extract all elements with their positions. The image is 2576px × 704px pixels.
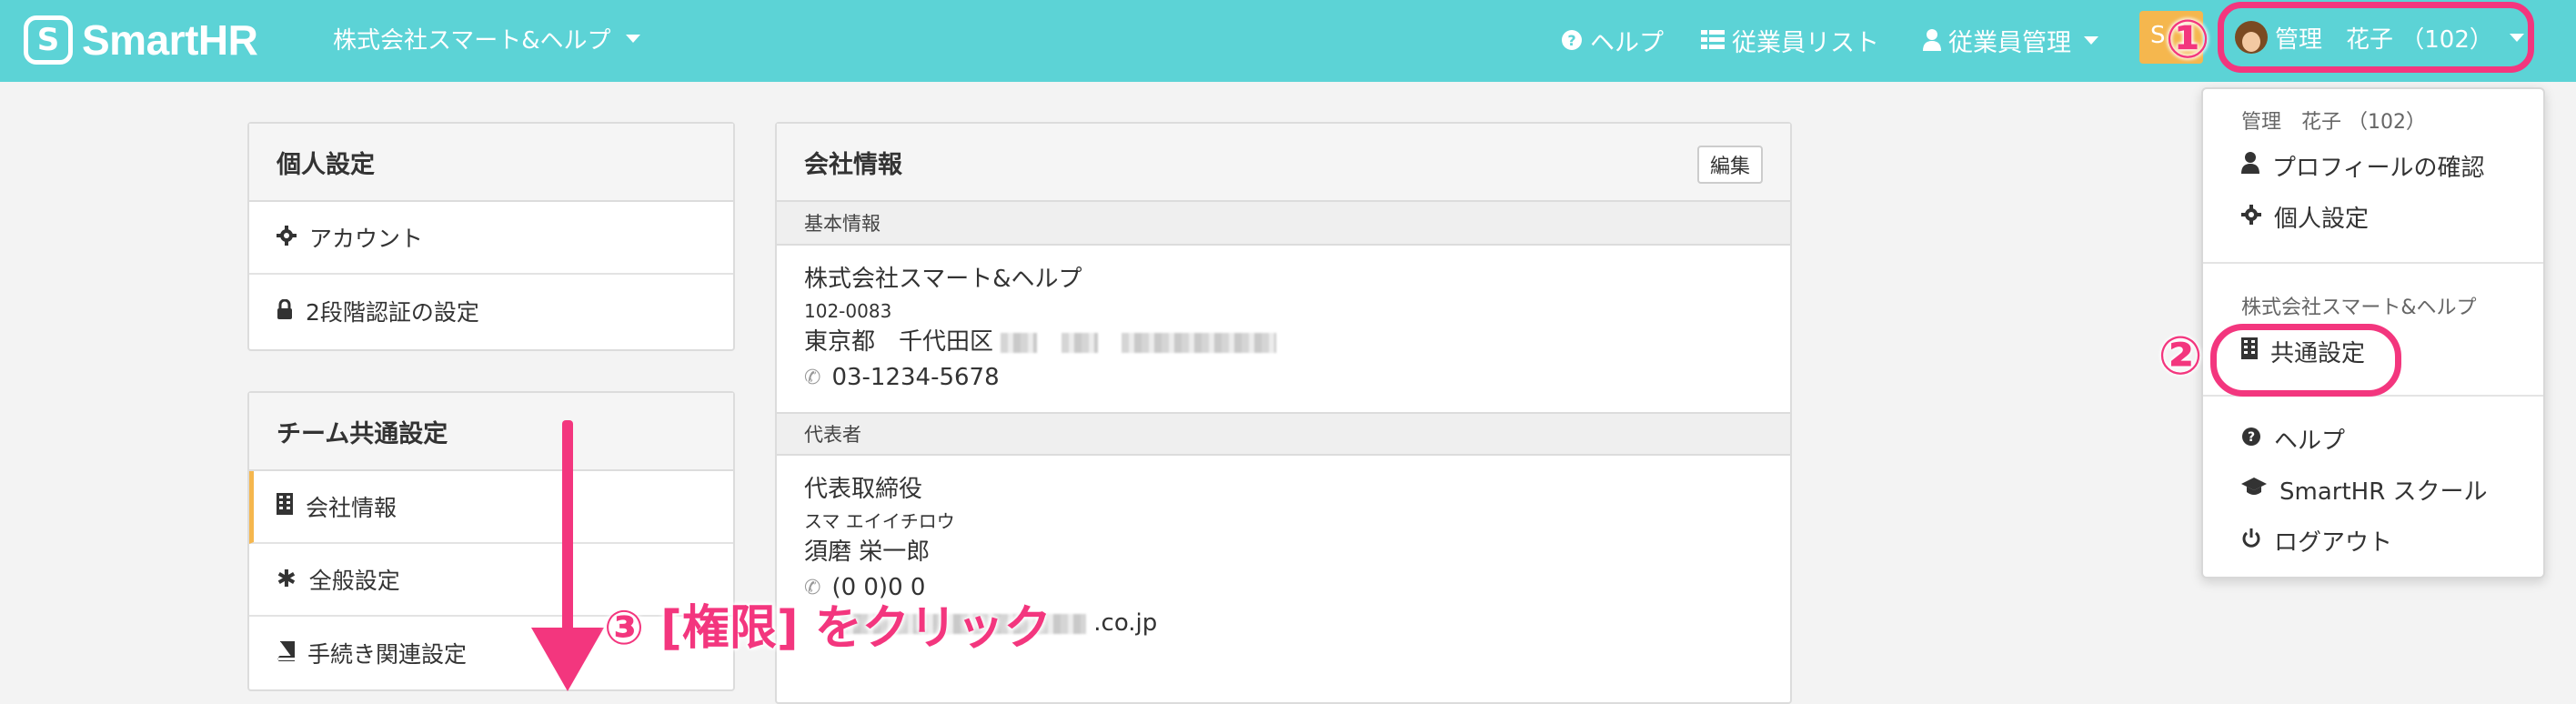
- book-icon: [277, 639, 296, 667]
- postal-code-value: 102-0083: [804, 300, 892, 322]
- redacted-text: [1001, 332, 1038, 353]
- redacted-text: [1121, 332, 1276, 353]
- building-icon: [277, 493, 293, 520]
- phone-value: 03-1234-5678: [831, 364, 1000, 391]
- menu-item-school[interactable]: SmartHR スクール: [2241, 473, 2488, 507]
- nav-help[interactable]: ? ヘルプ: [1561, 22, 1664, 58]
- user-icon: [1923, 29, 1941, 51]
- basic-info-block: 株式会社スマート&ヘルプ 102-0083 東京都 千代田区 ✆ 03-1234…: [777, 246, 1790, 412]
- power-icon: [2241, 528, 2261, 555]
- phone-icon: ✆: [804, 367, 821, 389]
- menu-item-profile[interactable]: プロフィールの確認: [2241, 149, 2484, 183]
- nav-employee-management[interactable]: 従業員管理: [1923, 22, 2098, 58]
- question-circle-icon: ?: [2241, 426, 2261, 453]
- step2-marker: ②: [2158, 325, 2203, 387]
- svg-text:?: ?: [2248, 430, 2255, 445]
- rep-name-value: 須磨 栄一郎: [804, 538, 931, 566]
- basic-info-section: 基本情報: [777, 202, 1790, 246]
- nav-employee-list[interactable]: 従業員リスト: [1701, 22, 1879, 58]
- chevron-down-icon: [625, 35, 640, 43]
- menu-item-label: 個人設定: [2274, 206, 2370, 233]
- nav-employee-management-label: 従業員管理: [1948, 28, 2071, 57]
- menu-item-personal-settings[interactable]: 個人設定: [2241, 200, 2369, 234]
- company-info-heading: 会社情報: [804, 150, 902, 179]
- question-circle-icon: ?: [1561, 29, 1583, 51]
- menu-item-label: ヘルプ: [2274, 427, 2346, 455]
- svg-text:?: ?: [1567, 32, 1575, 49]
- address-row: 東京都 千代田区: [804, 325, 1763, 360]
- gear-icon: [2241, 204, 2261, 231]
- dropdown-company-caption: 株式会社スマート&ヘルプ: [2241, 297, 2477, 319]
- rep-kana-value: スマ エイイチロウ: [804, 510, 955, 532]
- company-info-title: 会社情報 編集: [777, 124, 1790, 202]
- email-suffix: .co.jp: [1093, 609, 1158, 637]
- nav-help-label: ヘルプ: [1590, 28, 1664, 57]
- redacted-text: [1061, 332, 1098, 353]
- phone-row: ✆ 03-1234-5678: [804, 360, 1763, 396]
- user-icon: [2241, 152, 2259, 180]
- graduation-cap-icon: [2241, 477, 2267, 504]
- edit-button[interactable]: 編集: [1696, 146, 1763, 184]
- menu-item-label: ログアウト: [2274, 529, 2393, 557]
- menu-item-label: プロフィールの確認: [2272, 155, 2485, 182]
- rep-title-value: 代表取締役: [804, 476, 923, 503]
- step1-marker: ①: [2165, 8, 2210, 70]
- user-name: 管理 花子 （102）: [2275, 25, 2493, 54]
- company-name-value: 株式会社スマート&ヘルプ: [804, 266, 1082, 293]
- sidebar-item-two-factor[interactable]: 2段階認証の設定: [249, 275, 733, 347]
- company-switcher[interactable]: 株式会社スマート&ヘルプ: [333, 22, 640, 55]
- representative-section: 代表者: [777, 412, 1790, 456]
- gear-icon: [277, 225, 297, 251]
- user-menu-toggle[interactable]: 管理 花子 （102）: [2218, 2, 2534, 73]
- list-icon: [1701, 30, 1725, 50]
- nav-employee-list-label: 従業員リスト: [1732, 28, 1879, 57]
- sidebar-item-label: 2段階認証の設定: [306, 299, 479, 326]
- step3-arrow-head-icon: [531, 628, 604, 691]
- dropdown-user-caption: 管理 花子 （102）: [2241, 111, 2426, 134]
- company-name: 株式会社スマート&ヘルプ: [333, 27, 611, 55]
- chevron-down-icon: [2084, 35, 2098, 45]
- step2-highlight: [2210, 324, 2401, 397]
- asterisk-icon: ✱: [277, 566, 297, 593]
- sidebar-item-account[interactable]: アカウント: [249, 202, 733, 275]
- personal-settings-title: 個人設定: [249, 124, 733, 202]
- menu-divider: [2203, 262, 2543, 264]
- sidebar-item-label: アカウント: [309, 226, 424, 252]
- step3-instruction: ③ [権限] をクリック: [604, 601, 1052, 656]
- lock-icon: [277, 298, 293, 325]
- avatar: [2235, 21, 2268, 54]
- menu-item-label: SmartHR スクール: [2279, 478, 2488, 506]
- smarthr-logo[interactable]: S SmartHR: [24, 13, 258, 67]
- sidebar-item-label: 会社情報: [306, 495, 397, 521]
- sidebar-item-label: 全般設定: [308, 568, 400, 594]
- step3-arrow-shaft: [562, 420, 573, 639]
- menu-item-help[interactable]: ? ヘルプ: [2241, 422, 2345, 456]
- sidebar-item-label: 手続き関連設定: [307, 641, 468, 668]
- sidebar-item-company-info[interactable]: 会社情報: [249, 471, 733, 544]
- address-value: 東京都 千代田区: [804, 328, 994, 356]
- logo-text: SmartHR: [82, 16, 258, 64]
- chevron-down-icon: [2509, 33, 2524, 42]
- logo-mark-icon: S: [24, 15, 73, 65]
- personal-settings-panel: 個人設定 アカウント 2段階認証の設定: [247, 122, 735, 351]
- team-settings-title: チーム共通設定: [249, 393, 733, 471]
- menu-item-logout[interactable]: ログアウト: [2241, 524, 2392, 558]
